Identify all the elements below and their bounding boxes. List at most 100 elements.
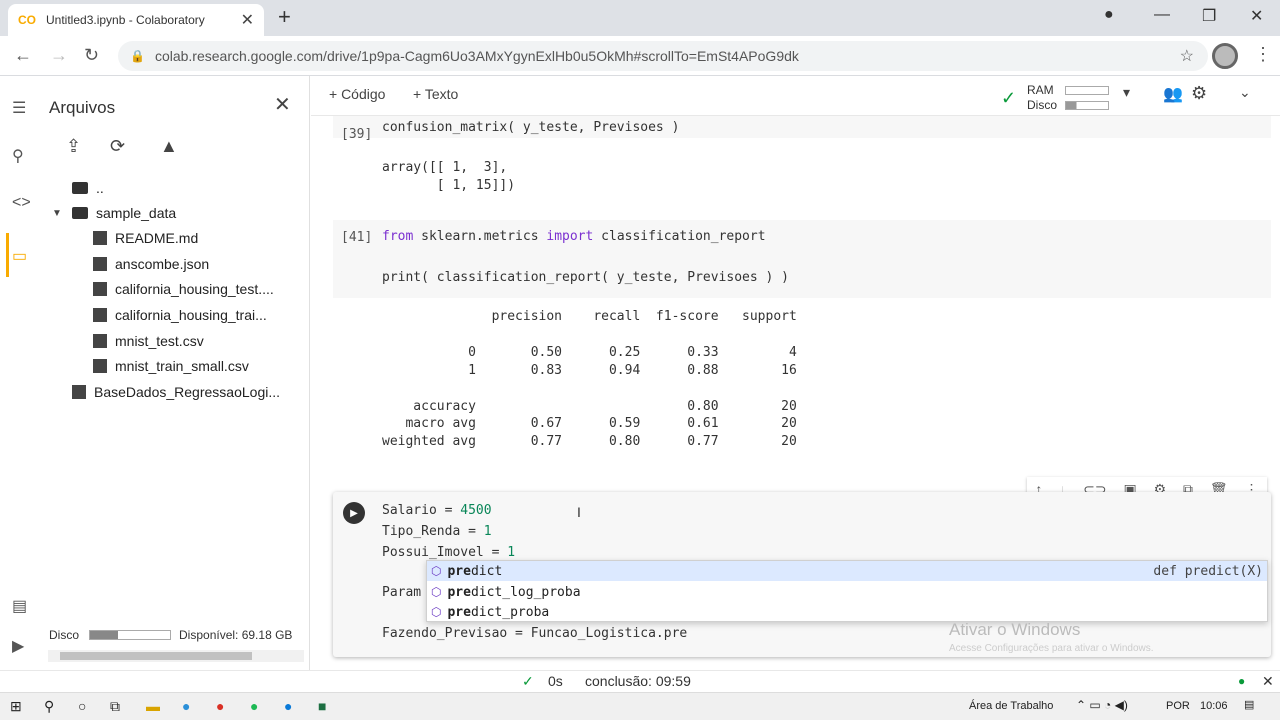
tree-item-file[interactable]: BaseDados_RegressaoLogi... bbox=[72, 380, 280, 404]
forward-icon[interactable]: → bbox=[50, 45, 68, 66]
close-tab-icon[interactable]: ✕ bbox=[241, 10, 254, 30]
colab-favicon-icon: CO bbox=[18, 13, 36, 27]
autocomplete-item[interactable]: ⬡ pre dict def predict(X) bbox=[427, 561, 1267, 581]
file-explorer-icon[interactable]: ▬ bbox=[146, 698, 160, 714]
connected-check-icon: ✓ bbox=[1001, 88, 1017, 108]
toc-icon[interactable]: ☰ bbox=[12, 98, 26, 118]
exec-conclusion: conclusão: 09:59 bbox=[585, 673, 691, 689]
cortana-icon[interactable]: ○ bbox=[78, 698, 86, 714]
browser-tab[interactable]: CO Untitled3.ipynb - Colaboratory ✕ bbox=[8, 4, 264, 36]
taskbar-clock[interactable]: 10:06 bbox=[1200, 700, 1228, 712]
settings-gear-icon[interactable]: ⚙ bbox=[1191, 83, 1207, 104]
share-people-icon[interactable]: 👥 bbox=[1163, 84, 1183, 104]
runtime-dropdown-icon[interactable]: ▾ bbox=[1123, 84, 1130, 101]
tree-item-file[interactable]: california_housing_trai... bbox=[93, 303, 267, 327]
method-cube-icon: ⬡ bbox=[431, 585, 442, 599]
notification-icon[interactable]: ▤ bbox=[1244, 698, 1254, 711]
tree-item-parent[interactable]: .. bbox=[72, 176, 104, 200]
folder-icon bbox=[72, 207, 88, 219]
edge-new-icon[interactable]: ● bbox=[284, 698, 292, 714]
files-panel: Arquivos ✕ ⇪ ⟳ ▲ .. ▼ sample_data README… bbox=[44, 76, 310, 670]
disk-bar bbox=[1065, 101, 1109, 110]
files-horizontal-scrollbar[interactable] bbox=[48, 650, 304, 662]
chrome-icon[interactable]: ● bbox=[216, 698, 224, 714]
tab-title: Untitled3.ipynb - Colaboratory bbox=[46, 13, 205, 27]
autocomplete-item[interactable]: ⬡ pre dict_proba bbox=[427, 602, 1267, 622]
disk-label: Disco bbox=[1027, 98, 1058, 112]
add-code-button[interactable]: + Código bbox=[329, 86, 385, 102]
edge-icon[interactable]: ● bbox=[182, 698, 190, 714]
file-icon bbox=[93, 257, 107, 271]
language-indicator[interactable]: POR bbox=[1166, 700, 1190, 712]
run-cell-button[interactable]: ▶ bbox=[343, 502, 365, 524]
status-dot-icon: ● bbox=[1238, 674, 1246, 688]
close-window-icon[interactable]: ✕ bbox=[1250, 6, 1263, 26]
cell-line-4[interactable]: Param bbox=[382, 585, 421, 600]
status-close-icon[interactable]: ✕ bbox=[1262, 673, 1274, 690]
cell-41-line2[interactable]: print( classification_report( y_teste, P… bbox=[382, 270, 789, 285]
tree-item-file[interactable]: california_housing_test.... bbox=[93, 277, 274, 301]
new-tab-icon[interactable]: + bbox=[278, 6, 291, 28]
search-icon[interactable]: ⚲ bbox=[12, 146, 24, 166]
tray-icons[interactable]: ⌃ ▭ ◔ ◀) bbox=[1076, 698, 1128, 712]
cell-line-3[interactable]: Possui_Imovel = 1 bbox=[382, 545, 515, 560]
tree-item-file[interactable]: anscombe.json bbox=[93, 252, 209, 276]
success-check-icon: ✓ bbox=[522, 673, 534, 689]
classification-report-output: precision recall f1-score support 0 0.50… bbox=[382, 309, 797, 450]
code-snippets-icon[interactable]: <> bbox=[12, 194, 31, 212]
bookmark-star-icon[interactable]: ☆ bbox=[1180, 46, 1194, 66]
file-icon bbox=[93, 308, 107, 322]
excel-icon[interactable]: ■ bbox=[318, 698, 326, 714]
exec-time: 0s bbox=[548, 673, 563, 689]
left-rail: ☰ ⚲ <> ▭ ▤ ▶ bbox=[0, 76, 44, 670]
files-icon[interactable]: ▭ bbox=[12, 246, 27, 266]
command-palette-icon[interactable]: ▤ bbox=[12, 596, 27, 616]
media-icon[interactable]: ● bbox=[1104, 6, 1114, 24]
cell-41-prompt: [41] bbox=[341, 230, 373, 245]
collapse-chevron-icon[interactable]: ⌄ bbox=[1239, 84, 1251, 101]
autocomplete-item[interactable]: ⬡ pre dict_log_proba bbox=[427, 582, 1267, 602]
text-cursor-icon: I bbox=[577, 504, 581, 520]
disk-usage: Disco Disponível: 69.18 GB bbox=[49, 628, 309, 642]
cell-41-line1[interactable]: from sklearn.metrics import classificati… bbox=[382, 229, 766, 244]
refresh-folder-icon[interactable]: ⟳ bbox=[110, 136, 125, 157]
file-icon bbox=[72, 385, 86, 399]
cell-line-5[interactable]: Fazendo_Previsao = Funcao_Logistica.pre bbox=[382, 626, 687, 641]
folder-up-icon bbox=[72, 182, 88, 194]
profile-avatar[interactable] bbox=[1212, 43, 1238, 69]
add-text-button[interactable]: + Texto bbox=[413, 86, 458, 102]
browser-tabstrip: CO Untitled3.ipynb - Colaboratory ✕ + ● … bbox=[0, 0, 1280, 36]
scrollbar-thumb[interactable] bbox=[60, 652, 252, 660]
files-title: Arquivos bbox=[49, 98, 116, 117]
search-icon[interactable]: ⚲ bbox=[44, 698, 54, 715]
desktop-toolbar-label[interactable]: Área de Trabalho bbox=[969, 700, 1053, 712]
autocomplete-signature: def predict(X) bbox=[1153, 563, 1263, 579]
chevron-down-icon[interactable]: ▼ bbox=[52, 208, 62, 219]
tree-item-file[interactable]: mnist_test.csv bbox=[93, 329, 204, 353]
cell-39-code[interactable]: confusion_matrix( y_teste, Previsoes ) bbox=[382, 120, 679, 135]
cell-line-2[interactable]: Tipo_Renda = 1 bbox=[382, 524, 492, 539]
ram-label: RAM bbox=[1027, 83, 1054, 97]
reload-icon[interactable]: ↻ bbox=[84, 45, 99, 66]
cell-line-1[interactable]: Salario = 4500 bbox=[382, 503, 492, 518]
tree-item-file[interactable]: README.md bbox=[93, 226, 198, 250]
windows-start-icon[interactable]: ⊞ bbox=[10, 698, 22, 715]
task-view-icon[interactable]: ⧉ bbox=[110, 698, 120, 715]
tree-item-sample-data[interactable]: ▼ sample_data bbox=[52, 201, 176, 225]
back-icon[interactable]: ← bbox=[14, 45, 32, 66]
omnibox[interactable]: 🔒 colab.research.google.com/drive/1p9pa-… bbox=[118, 41, 1208, 71]
browser-menu-icon[interactable]: ⋮ bbox=[1254, 44, 1272, 65]
upload-icon[interactable]: ⇪ bbox=[66, 136, 81, 157]
minimize-icon[interactable]: — bbox=[1154, 6, 1170, 24]
restore-icon[interactable]: ❐ bbox=[1202, 6, 1216, 26]
mount-drive-icon[interactable]: ▲ bbox=[160, 136, 178, 157]
close-panel-icon[interactable]: ✕ bbox=[274, 92, 291, 117]
active-indicator bbox=[6, 233, 9, 277]
cell-39-prompt: [39] bbox=[341, 127, 373, 142]
spotify-icon[interactable]: ● bbox=[250, 698, 258, 714]
terminal-icon[interactable]: ▶ bbox=[12, 636, 24, 656]
autocomplete-popup: ⬡ pre dict def predict(X) ⬡ pre dict_log_p… bbox=[426, 560, 1268, 622]
tree-item-file[interactable]: mnist_train_small.csv bbox=[93, 354, 249, 378]
disk-label: Disco bbox=[49, 628, 80, 642]
file-icon bbox=[93, 282, 107, 296]
